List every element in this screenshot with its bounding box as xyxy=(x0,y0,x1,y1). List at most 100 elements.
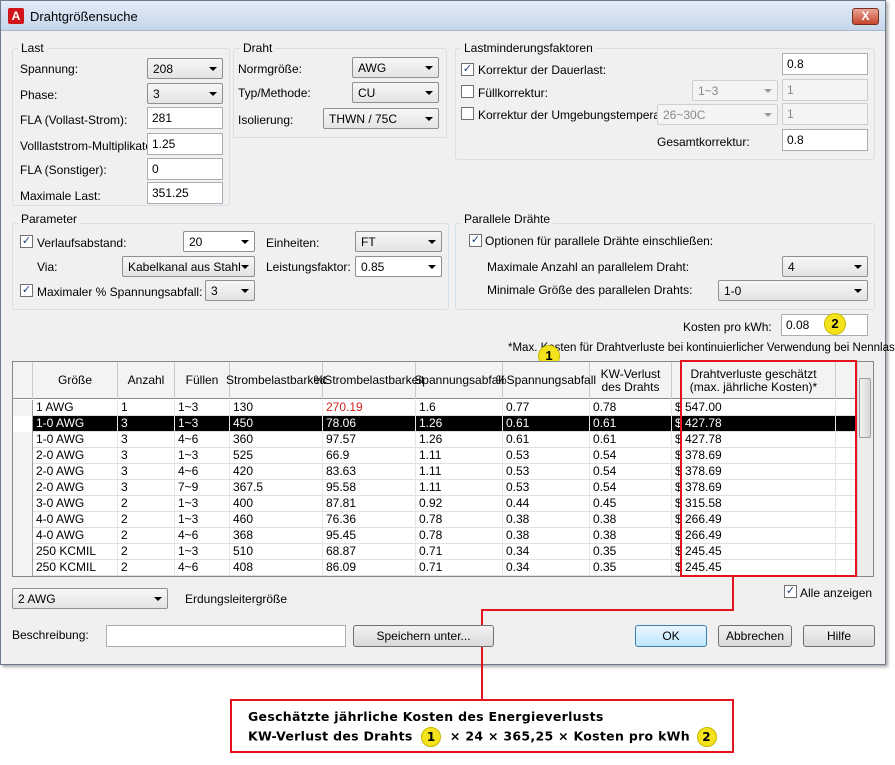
column-header[interactable]: KW-Verlust des Drahts xyxy=(590,362,672,399)
column-header[interactable]: %Strombelastbarkeit xyxy=(314,362,424,399)
min-groesse-parallel-dropdown[interactable]: 1-0 xyxy=(718,280,868,301)
typ-methode-dropdown[interactable]: CU xyxy=(352,82,439,103)
dauerlast-checkbox[interactable]: ✓ xyxy=(461,63,474,76)
annotation-badge-2: 2 xyxy=(696,727,717,747)
callout-line-1: Geschätzte jährliche Kosten des Energiev… xyxy=(248,709,604,724)
verlaufsabstand-checkbox[interactable]: ✓ xyxy=(20,235,33,248)
max-anzahl-parallel-value: 4 xyxy=(788,260,795,274)
fuellkorrektur-checkbox[interactable] xyxy=(461,85,474,98)
umgebungstemperatur-dropdown[interactable]: 26~30C xyxy=(657,104,778,125)
normgroesse-dropdown[interactable]: AWG xyxy=(352,57,439,78)
table-cell: 270.19 xyxy=(323,400,416,416)
scrollbar-thumb[interactable] xyxy=(859,378,871,438)
max-spannungsabfall-checkbox[interactable]: ✓ xyxy=(20,284,33,297)
row-header[interactable] xyxy=(13,480,33,496)
gesamtkorrektur-input[interactable]: 0.8 xyxy=(782,129,868,151)
column-header[interactable]: Spannungsabfall xyxy=(414,362,504,399)
table-cell: 4-0 AWG xyxy=(33,512,118,528)
window-title: Drahtgrößensuche xyxy=(30,9,138,24)
column-header[interactable]: Strombelastbarkeit xyxy=(226,362,326,399)
alle-anzeigen-checkbox[interactable]: ✓ xyxy=(784,585,797,598)
dauerlast-input[interactable]: 0.8 xyxy=(782,53,868,75)
speichern-unter-button[interactable]: Speichern unter... xyxy=(353,625,494,647)
fuellkorrektur-input[interactable]: 1 xyxy=(782,79,868,101)
close-button[interactable]: X xyxy=(852,8,879,25)
abbrechen-button[interactable]: Abbrechen xyxy=(718,625,792,647)
parallel-optionen-checkbox[interactable]: ✓ xyxy=(469,234,482,247)
table-cell: 7~9 xyxy=(175,480,230,496)
fla-sonstiger-input[interactable]: 0 xyxy=(147,158,223,180)
annotation-badge-1: 1 xyxy=(421,727,442,747)
row-header[interactable] xyxy=(13,512,33,528)
table-cell: 4~6 xyxy=(175,464,230,480)
spannung-label: Spannung: xyxy=(20,62,79,76)
table-cell: 0.71 xyxy=(416,544,503,560)
fuellkorrektur-dd-value: 1~3 xyxy=(698,84,719,98)
typ-methode-label: Typ/Methode: xyxy=(238,86,311,100)
kosten-hinweis: *Max. Kosten für Drahtverluste bei konti… xyxy=(508,342,895,354)
row-header[interactable] xyxy=(13,528,33,544)
umgebungstemperatur-checkbox[interactable] xyxy=(461,107,474,120)
column-header[interactable]: %Spannungsabfall xyxy=(496,362,596,399)
column-header[interactable]: Füllen xyxy=(175,362,230,399)
table-cell: 0.61 xyxy=(503,416,590,432)
table-cell: 367.5 xyxy=(230,480,323,496)
table-cell: 1.26 xyxy=(416,416,503,432)
isolierung-label: Isolierung: xyxy=(238,113,294,127)
maximale-last-input[interactable]: 351.25 xyxy=(147,182,223,204)
fla-input[interactable]: 281 xyxy=(147,107,223,129)
table-cell: 0.35 xyxy=(590,560,672,576)
leistungsfaktor-label: Leistungsfaktor: xyxy=(266,260,351,274)
via-dropdown[interactable]: Kabelkanal aus Stahl xyxy=(122,256,255,277)
hilfe-button[interactable]: Hilfe xyxy=(803,625,875,647)
table-cell: 4-0 AWG xyxy=(33,528,118,544)
chevron-down-icon xyxy=(241,265,249,269)
column-header[interactable]: Größe xyxy=(33,362,118,399)
table-cell: 95.45 xyxy=(323,528,416,544)
erdungsleiter-dropdown[interactable]: 2 AWG xyxy=(12,588,168,609)
beschreibung-label: Beschreibung: xyxy=(12,628,89,642)
spannung-dropdown[interactable]: 208 xyxy=(147,58,223,79)
table-cell: 3 xyxy=(118,448,175,464)
row-header[interactable] xyxy=(13,416,33,432)
header-corner xyxy=(13,362,33,399)
max-spannungsabfall-dropdown[interactable]: 3 xyxy=(205,280,255,301)
table-cell: 525 xyxy=(230,448,323,464)
table-cell: 0.38 xyxy=(590,512,672,528)
einheiten-label: Einheiten: xyxy=(266,236,320,250)
phase-dropdown[interactable]: 3 xyxy=(147,83,223,104)
table-cell: 86.09 xyxy=(323,560,416,576)
row-header[interactable] xyxy=(13,464,33,480)
chevron-down-icon xyxy=(209,92,217,96)
row-header[interactable] xyxy=(13,544,33,560)
einheiten-dropdown[interactable]: FT xyxy=(355,231,442,252)
leistungsfaktor-dropdown[interactable]: 0.85 xyxy=(355,256,442,277)
kosten-pro-kwh-label: Kosten pro kWh: xyxy=(683,320,772,334)
leistungsfaktor-value: 0.85 xyxy=(361,260,385,274)
ok-button[interactable]: OK xyxy=(635,625,707,647)
row-header[interactable] xyxy=(13,400,33,416)
spannung-value: 208 xyxy=(153,62,174,76)
multiplikator-input[interactable]: 1.25 xyxy=(147,133,223,155)
table-cell: 1~3 xyxy=(175,512,230,528)
table-cell: 4~6 xyxy=(175,432,230,448)
max-anzahl-parallel-dropdown[interactable]: 4 xyxy=(782,256,868,277)
beschreibung-input[interactable] xyxy=(106,625,346,647)
verlaufsabstand-dropdown[interactable]: 20 xyxy=(183,231,255,252)
column-header[interactable]: Anzahl xyxy=(118,362,175,399)
table-cell: 0.53 xyxy=(503,464,590,480)
table-cell: 1 xyxy=(118,400,175,416)
row-header[interactable] xyxy=(13,448,33,464)
table-cell: 3 xyxy=(118,432,175,448)
umgebungstemperatur-input[interactable]: 1 xyxy=(782,103,868,125)
table-cell: 1.26 xyxy=(416,432,503,448)
row-header[interactable] xyxy=(13,560,33,576)
group-draht-label: Draht xyxy=(240,41,276,55)
table-cell: 1.11 xyxy=(416,448,503,464)
isolierung-dropdown[interactable]: THWN / 75C xyxy=(323,108,439,129)
row-header[interactable] xyxy=(13,432,33,448)
fla-label: FLA (Vollast-Strom): xyxy=(20,113,128,127)
chevron-down-icon xyxy=(209,67,217,71)
fuellkorrektur-dropdown[interactable]: 1~3 xyxy=(692,80,778,101)
row-header[interactable] xyxy=(13,496,33,512)
